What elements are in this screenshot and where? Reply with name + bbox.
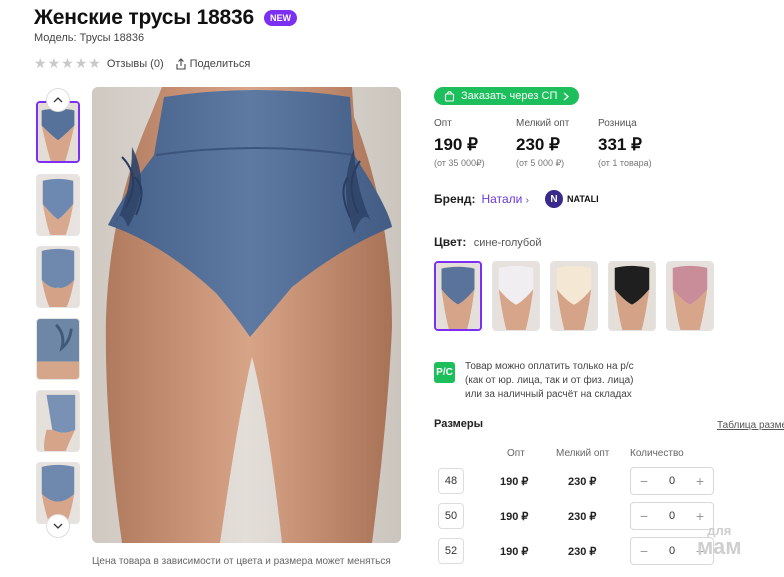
page-title: Женские трусы 18836 [34,6,254,29]
quantity-stepper: − 0 + [630,467,714,495]
bank-transfer-icon: Р/С [434,362,455,383]
size-small-price: 230 ₽ [568,476,597,488]
color-swatch-beige[interactable] [550,261,598,331]
price-label: Опт [434,118,452,129]
color-swatch-pink[interactable] [666,261,714,331]
size-label: 48 [438,468,464,494]
color-swatch-white[interactable] [492,261,540,331]
payment-line: (как от юр. лица, так и от физ. лица) [465,375,634,386]
thumbnail[interactable] [36,246,80,308]
brand-name: Натали [481,192,523,206]
plus-button[interactable]: + [693,473,707,489]
share-icon [176,57,186,70]
size-chart-link[interactable]: Таблица размеров [717,420,784,431]
color-swatch-blue[interactable] [434,261,482,331]
size-small-price: 230 ₽ [568,511,597,523]
price-block: Опт 190 ₽ (от 35 000₽) Мелкий опт 230 ₽ … [434,118,680,169]
minus-button[interactable]: − [637,473,651,489]
price-label: Мелкий опт [516,118,570,129]
header-small-opt: Мелкий опт [556,448,610,459]
color-swatch-black[interactable] [608,261,656,331]
price-label: Розница [598,118,637,129]
quantity-value[interactable]: 0 [669,475,675,487]
watermark: для мам [697,523,742,559]
main-product-image[interactable] [92,87,401,543]
color-row: Цвет: сине-голубой [434,235,541,249]
size-label: 50 [438,503,464,529]
thumb-up-button[interactable] [46,88,70,112]
chevron-down-icon [53,523,63,529]
order-sp-button[interactable]: Заказать через СП [434,87,580,105]
size-row: 48 190 ₽ 230 ₽ − 0 + [438,467,784,496]
reviews-link[interactable]: Отзывы (0) [107,58,164,70]
star-icon: ★ [34,55,47,71]
price-value: 190 ₽ [434,135,478,154]
price-value: 230 ₽ [516,135,560,154]
rating-row: ★ ★ ★ ★ ★ Отзывы (0) Поделиться [34,55,250,72]
brand-logo[interactable]: N NATALI [545,190,599,208]
rating-stars[interactable]: ★ ★ ★ ★ ★ [34,55,101,72]
star-icon: ★ [61,55,74,71]
size-label: 52 [438,538,464,564]
thumbnail-strip [34,88,82,538]
payment-line: Товар можно оплатить только на р/с [465,361,634,372]
size-opt-price: 190 ₽ [500,546,529,558]
plus-button[interactable]: + [693,508,707,524]
price-min: (от 1 товара) [598,158,652,168]
star-icon: ★ [74,55,88,71]
size-opt-price: 190 ₽ [500,476,529,488]
price-min: (от 35 000₽) [434,158,485,168]
chevron-right-icon [563,92,570,100]
watermark-line: мам [697,534,742,559]
share-button[interactable]: Поделиться [176,57,251,70]
price-note: Цена товара в зависимости от цвета и раз… [92,556,391,567]
price-retail: Розница 331 ₽ (от 1 товара) [598,118,680,169]
price-value: 331 ₽ [598,135,642,154]
brand-logo-text: NATALI [567,194,599,204]
price-small-wholesale: Мелкий опт 230 ₽ (от 5 000 ₽) [516,118,598,169]
star-icon: ★ [88,55,101,71]
color-label: Цвет: [434,235,467,249]
header-opt: Опт [507,448,525,459]
size-small-price: 230 ₽ [568,546,597,558]
price-min: (от 5 000 ₽) [516,158,565,168]
star-icon: ★ [47,55,61,71]
bag-icon [444,90,455,102]
brand-row: Бренд: Натали › N NATALI [434,190,599,208]
header-quantity: Количество [630,448,684,459]
minus-button[interactable]: − [637,508,651,524]
payment-text: Товар можно оплатить только на р/с (как … [465,360,634,402]
brand-link[interactable]: Натали › [482,192,530,206]
title-row: Женские трусы 18836 NEW [34,6,297,30]
model-label: Модель: Трусы 18836 [34,32,145,44]
thumbnail[interactable] [36,174,80,236]
sizes-title: Размеры [434,418,484,430]
minus-button[interactable]: − [637,543,651,559]
thumbnail[interactable] [36,390,80,452]
chevron-right-icon: › [525,195,530,206]
thumb-down-button[interactable] [46,514,70,538]
color-swatches [434,261,714,331]
quantity-value[interactable]: 0 [669,545,675,557]
thumbnail[interactable] [36,318,80,380]
payment-line: или за наличный расчёт на складах [465,389,632,400]
price-wholesale: Опт 190 ₽ (от 35 000₽) [434,118,516,169]
size-opt-price: 190 ₽ [500,511,529,523]
chevron-up-icon [53,97,63,103]
brand-logo-mark: N [545,190,564,208]
payment-info: Р/С Товар можно оплатить только на р/с (… [434,360,634,402]
color-value: сине-голубой [473,237,542,249]
quantity-value[interactable]: 0 [669,510,675,522]
new-badge: NEW [264,10,297,26]
share-label: Поделиться [189,57,251,70]
order-sp-label: Заказать через СП [461,90,558,102]
brand-label: Бренд: [434,192,476,206]
